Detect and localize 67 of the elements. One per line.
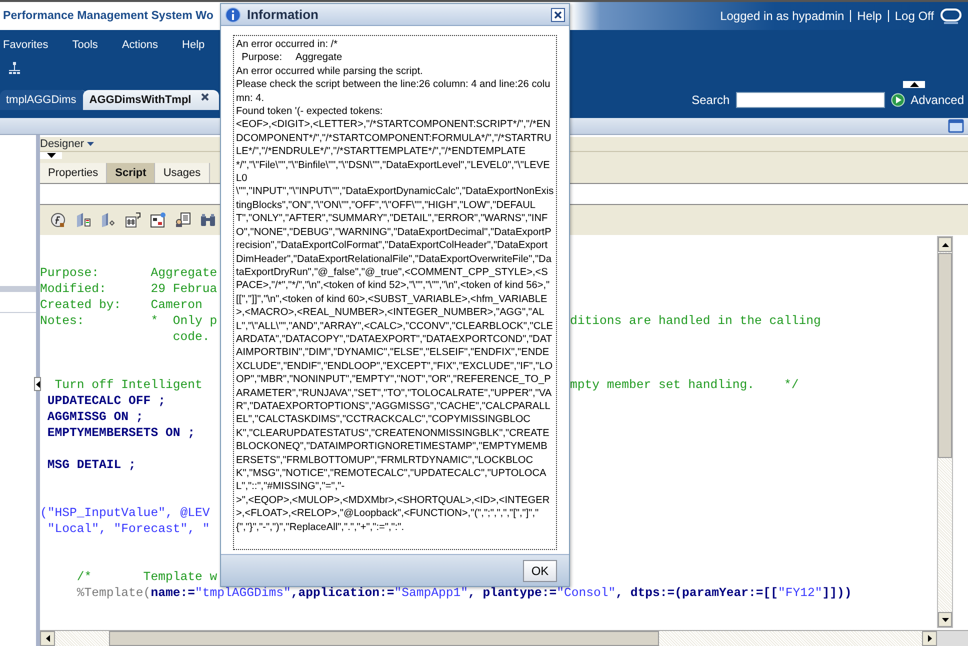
- code-line: Turn off Intelligent: [54, 377, 202, 393]
- code-line: Created by: Cameron: [40, 297, 202, 313]
- advanced-link[interactable]: Advanced: [910, 91, 964, 109]
- play-icon[interactable]: [890, 93, 905, 107]
- code-line: %Template(name:="tmplAGGDims",application:="SampApp1", plantype:="Consol", dtps:=(paramYear:=[["FY12"]])): [76, 585, 852, 601]
- dialog-title: Information: [247, 6, 318, 24]
- code-line: EMPTYMEMBERSETS ON ;: [46, 425, 195, 441]
- close-icon[interactable]: [201, 93, 210, 101]
- window-icon[interactable]: [948, 119, 964, 133]
- caret-icon[interactable]: [87, 142, 94, 146]
- designer-label[interactable]: Designer: [40, 136, 84, 152]
- document-tab[interactable]: AGGDimsWithTmpl: [83, 90, 220, 110]
- search-label: Search: [692, 92, 730, 109]
- cube-icon[interactable]: [100, 212, 116, 228]
- search-field[interactable]: [736, 92, 885, 108]
- panel-tab[interactable]: Script: [107, 163, 156, 183]
- code-line: code.: [172, 329, 210, 345]
- document-person-icon[interactable]: [175, 212, 191, 228]
- menu-item[interactable]: Tools: [72, 37, 98, 54]
- horizontal-scrollbar[interactable]: [40, 631, 937, 646]
- binoculars-icon[interactable]: [200, 212, 216, 228]
- close-icon: [554, 10, 562, 18]
- splitter-handle[interactable]: [34, 377, 41, 391]
- grid-settings-icon[interactable]: [150, 212, 166, 228]
- code-line: ("HSP_InputValue", @LEV: [40, 505, 210, 521]
- scroll-up-button[interactable]: [938, 237, 952, 252]
- collapse-handle[interactable]: [903, 81, 925, 88]
- info-icon: [225, 6, 241, 22]
- panel-tab[interactable]: Usages: [155, 163, 210, 183]
- formula-icon[interactable]: [50, 212, 66, 228]
- scrollbar-thumb[interactable]: [109, 631, 659, 646]
- code-line: Notes: * Only p: [40, 313, 218, 329]
- code-line: "Local", "Forecast", ": [46, 521, 210, 537]
- app-title: Performance Management System Wo: [2, 8, 214, 24]
- ok-button[interactable]: OK: [523, 560, 557, 582]
- scrollbar-thumb[interactable]: [938, 253, 952, 458]
- hierarchy-icon[interactable]: [9, 62, 20, 74]
- dropdown-handle[interactable]: [40, 152, 62, 159]
- logo-icon: [940, 8, 962, 24]
- up-arrow-icon: [942, 242, 948, 246]
- left-arrow-icon: [46, 635, 50, 642]
- right-arrow-icon: [928, 635, 932, 642]
- scroll-left-button[interactable]: [40, 631, 55, 646]
- header-link[interactable]: Log Off: [888, 10, 940, 22]
- header-link[interactable]: Help: [850, 10, 888, 22]
- vertical-scrollbar[interactable]: [937, 236, 953, 628]
- panel-tab[interactable]: Properties: [40, 163, 108, 183]
- code-line: AGGMISSG ON ;: [46, 409, 144, 425]
- menu-item[interactable]: Help: [182, 37, 205, 54]
- code-line: MSG DETAIL ;: [46, 457, 136, 473]
- scroll-right-button[interactable]: [922, 631, 937, 646]
- user-label: Logged in as hypadmin: [720, 8, 846, 25]
- menu-item[interactable]: Actions: [122, 37, 158, 54]
- cube-icon[interactable]: [75, 212, 91, 228]
- down-arrow-icon: [942, 618, 948, 622]
- up-caret-icon: [910, 82, 918, 87]
- code-line: ditions are handled in the calling: [570, 313, 821, 329]
- close-button[interactable]: [551, 8, 565, 22]
- code-line: Purpose: Aggregate: [40, 265, 218, 281]
- error-message: An error occurred in: /* Purpose: Aggregate An error occurred while parsing the script. Please check the script between the line:26 column: 4 and line:26 column: 4. Found token '(- expected tokens: <EOF>,<DIGIT>,<LETTER>,"/*STARTCOMPONENT:SCRIPT*/","/*ENDCOMPONENT*/","/*STARTCOMPONENT:FORMULA*/","/*STARTRULE*/","/*ENDRULE*/","/*STARTTEMPLATE*/","/*ENDTEMPLATE*/","\"File\"","\"Binfile\"","\"DSN\"","DataExportLevel","LEVEL0","\"LEVEL0 \"","INPUT","\"INPUT\"","DataExportDynamicCalc","DataExportNonExistingBlocks","ON","\"ON\"","OFF","\"OFF\"","HIGH","LOW","DEFAULT","ONLY","AFTER","SUMMARY","DETAIL","ERROR","WARNS","INFO","NONE","DEBUG","WARNING","DataExportDecimal","DataExportPrecision","DataExportColFormat","DataExportColHeader","DataExportDimHeader","DataExportRelationalFile","DataExportOverwriteFile","DataExportDryRun","@_false","@_true",<COMMENT_CPP_STYLE>,<SPACE>,"/*","*/","\n",<token of kind 52>,"\"","\"","\n",<token of kind 56>,"[[","]]","\n",<token of kind 60>,<SUBST_VARIABLE>,<hfm_VARIABLE>,<MACRO>,<REAL_NUMBER>,<INTEGER_NUMBER>,"AGG","ALL","\"ALL\"","AND","ARRAY",<CALC>,"CCONV","CLEARBLOCK","CLEARDATA","DATACOPY","DATAEXPORT","DATAEXPORTCOND","DATAIMPORTBIN","DIM","DYNAMIC","ELSE","ELSEIF","ENDFIX","ENDEXCLUDE","ENDIF","ENDLOOP","EXCEPT","FIX","EXCLUDE","IF","LOOP","MBR","NONINPUT","EMPTY","NOT","OR","REFERENCE_TO_PARAMETER","RUNJAVA","SET","TO","TOLOCALRATE","UPPER","VAR","DATAEXPORTOPTIONS","AGGMISSG","CACHE","CALCPARALLEL","CALCTASKDIMS","CCTRACKCALC","COPYMISSINGBLOCK","CLEARUPDATESTATUS","CREATENONMISSINGBLK","CREATEBLOCKONEQ","DATAIMPORTIGNORETIMESTAMP","EMPTYMEMBERSETS","FRMLBOTTOMUP","FRMLRTDYNAMIC","LOCKBLOCK","MSG","NOTICE","REMOTECALC","UPDATECALC","UPTOLOCAL","::","#MISSING","=","- >",<EQOP>,<MULOP>,<MDXMbr>,<SHORTQUAL>,<ID>,<INTEGER>,<FLOAT>,<RELOP>,"@Loopback",<FUNCTION>,"(",";",",","[","]","{","}","-",")","ReplaceAll",".","+",":=",":".: [233, 35, 557, 550]
- code-line: /* Template w: [76, 569, 218, 585]
- menu-item[interactable]: Favorites: [3, 37, 48, 54]
- code-line: mpty member set handling. */: [570, 377, 799, 393]
- scroll-down-button[interactable]: [938, 612, 952, 627]
- code-line: Modified: 29 Februa: [40, 281, 218, 297]
- code-line: UPDATECALC OFF ;: [46, 393, 166, 409]
- hash-help-icon[interactable]: [125, 212, 141, 228]
